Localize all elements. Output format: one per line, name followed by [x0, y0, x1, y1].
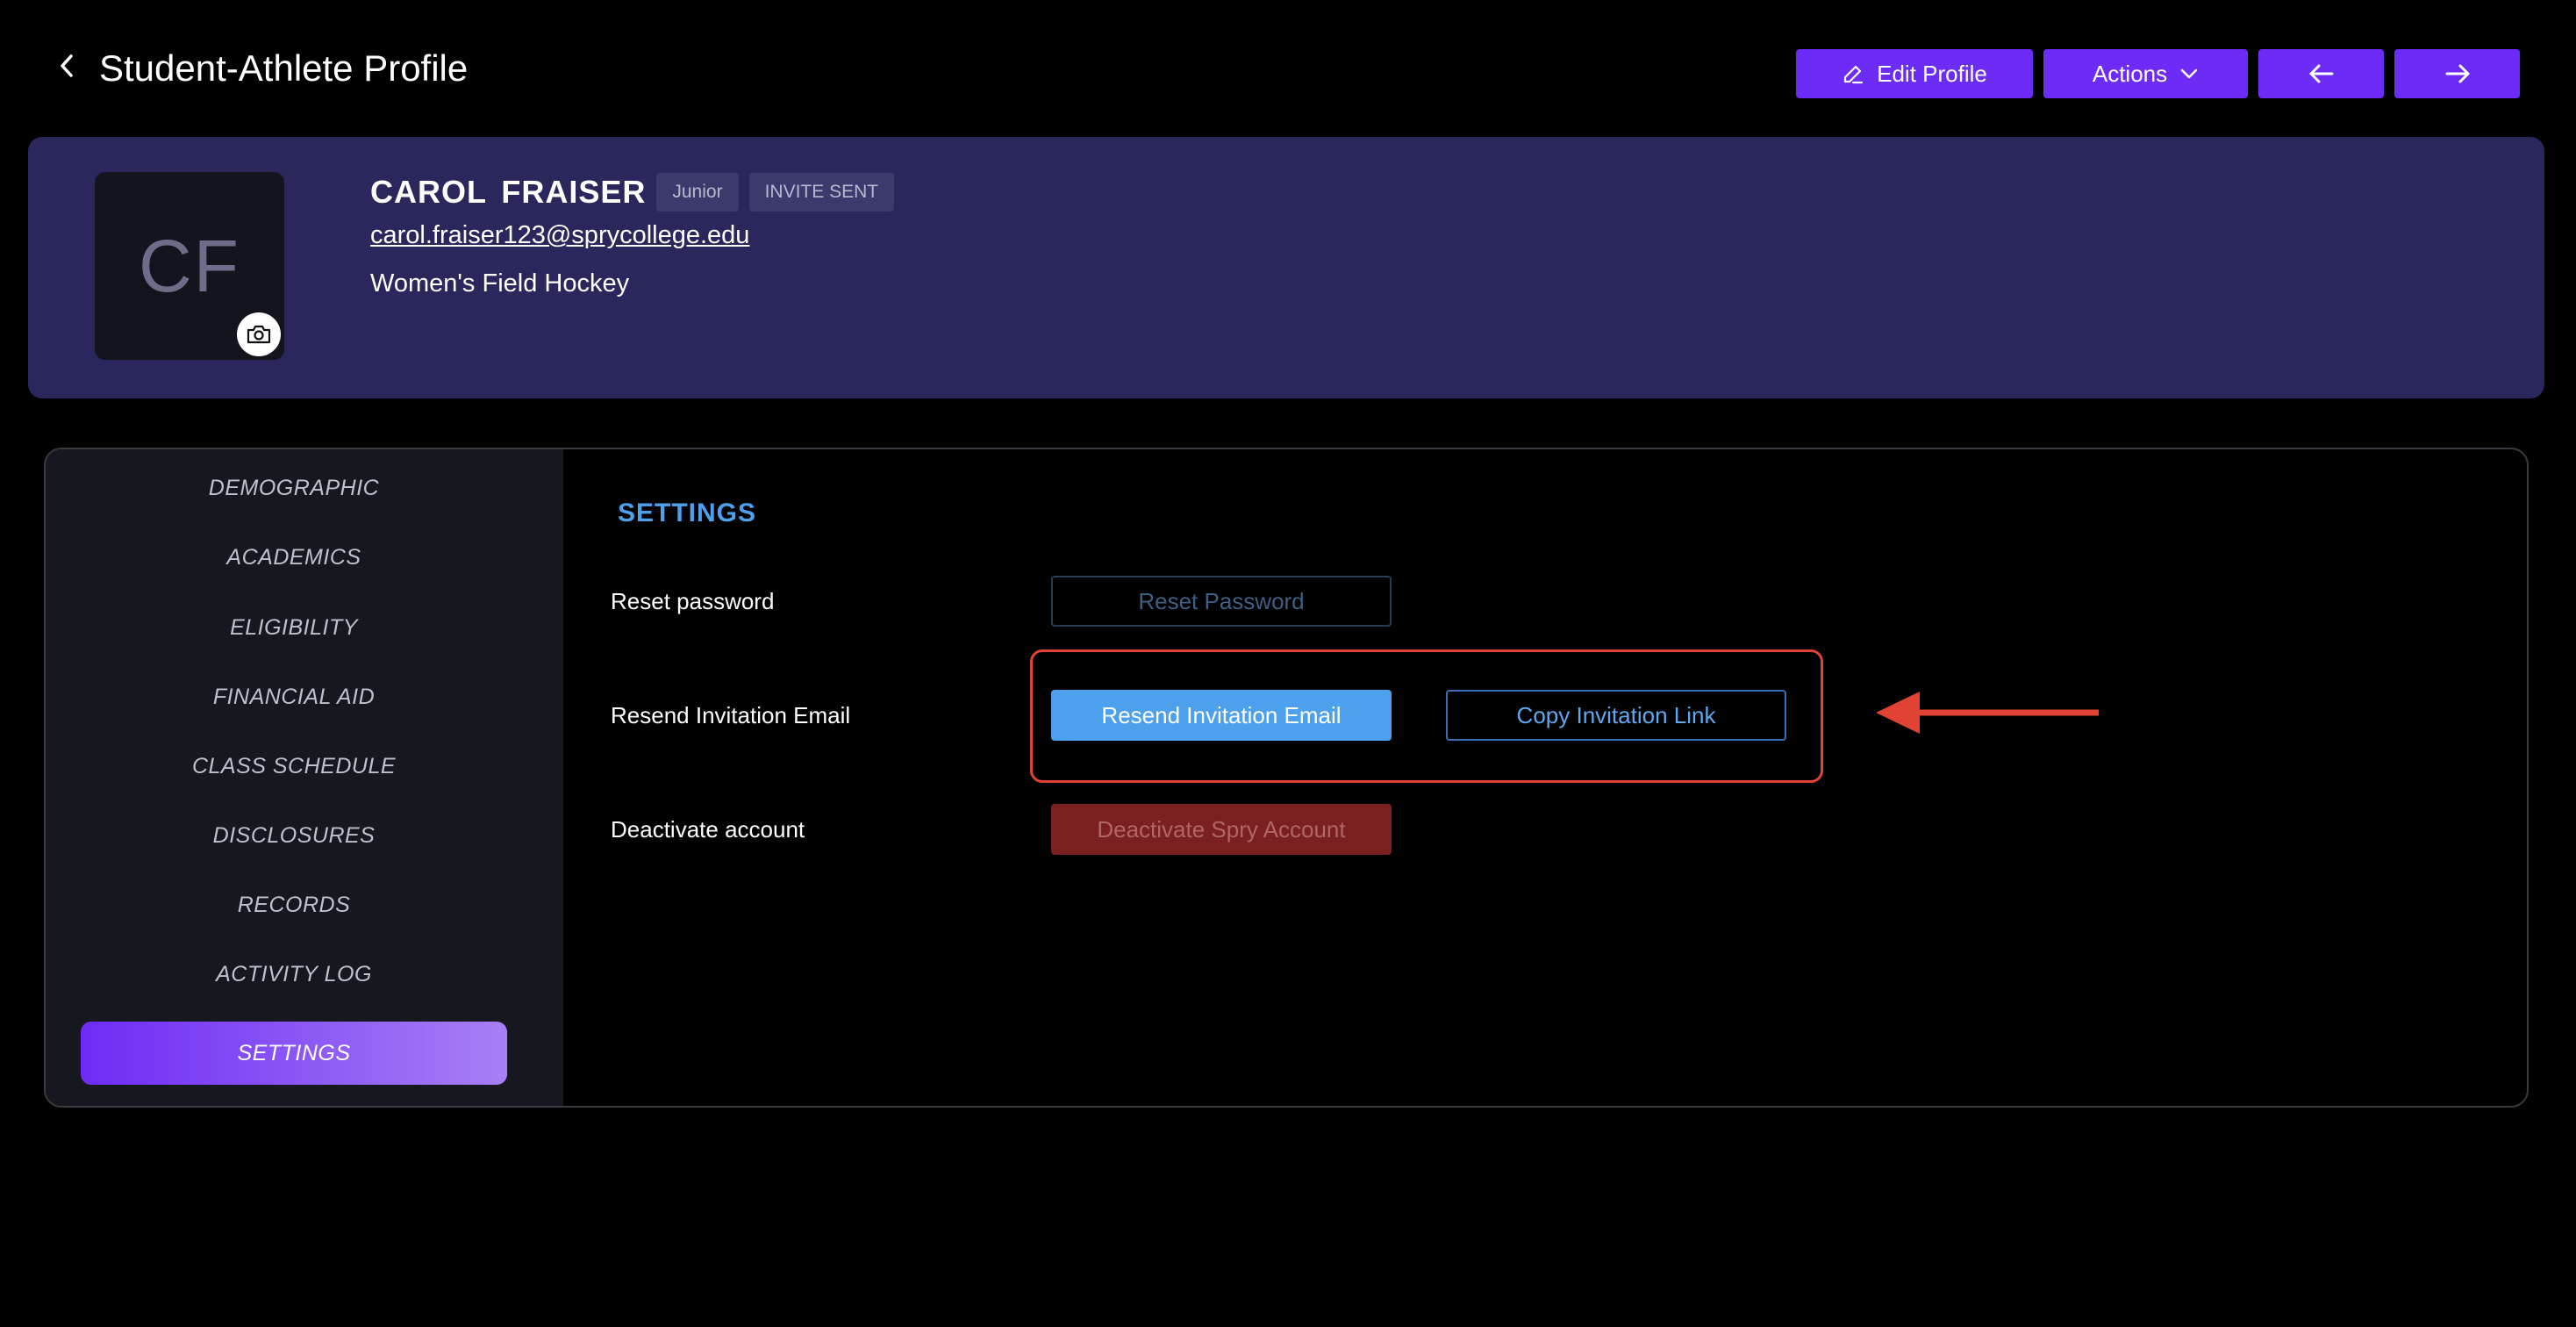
sidebar-item-disclosures[interactable]: DISCLOSURES — [81, 813, 507, 858]
sidebar-item-label: CLASS SCHEDULE — [191, 753, 397, 778]
pencil-icon — [1844, 65, 1864, 84]
name-row: CAROL FRAISER Junior INVITE SENT — [370, 172, 895, 212]
sidebar-item-financial-aid[interactable]: FINANCIAL AID — [81, 674, 507, 720]
camera-icon — [247, 325, 271, 344]
avatar: CF — [95, 172, 284, 360]
edit-profile-button[interactable]: Edit Profile — [1796, 49, 2033, 98]
back-button[interactable] — [49, 44, 84, 88]
class-year-badge: Junior — [656, 173, 739, 212]
avatar-initials: CF — [139, 224, 240, 307]
upload-photo-button[interactable] — [237, 312, 281, 356]
invite-status-badge: INVITE SENT — [748, 173, 895, 212]
profile-detail-panel: DEMOGRAPHIC ACADEMICS ELIGIBILITY FINANC… — [44, 448, 2529, 1108]
sidebar-item-class-schedule[interactable]: CLASS SCHEDULE — [81, 743, 507, 789]
resend-invitation-button[interactable]: Resend Invitation Email — [1051, 690, 1392, 741]
chevron-down-icon — [2180, 68, 2198, 79]
resend-invitation-label: Resend Invitation Email — [611, 702, 851, 728]
sidebar-item-eligibility[interactable]: ELIGIBILITY — [81, 605, 507, 650]
reset-password-label: Reset password — [611, 588, 775, 614]
athlete-name: CAROL FRAISER — [370, 174, 647, 210]
sidebar-item-settings[interactable]: SETTINGS — [81, 1022, 507, 1085]
sidebar-item-label: FINANCIAL AID — [212, 684, 376, 709]
page: Student-Athlete Profile Edit Profile Act… — [0, 0, 2576, 1327]
sidebar-item-label: ELIGIBILITY — [230, 614, 358, 640]
section-title: SETTINGS — [618, 499, 757, 527]
arrow-right-icon — [2445, 64, 2469, 83]
deactivate-account-label: Deactivate account — [611, 816, 805, 843]
sidebar-item-academics[interactable]: ACADEMICS — [81, 534, 507, 580]
deactivate-account-button[interactable]: Deactivate Spry Account — [1051, 804, 1392, 855]
profile-info: CAROL FRAISER Junior INVITE SENT carol.f… — [370, 172, 895, 298]
sidebar-item-label: DISCLOSURES — [212, 822, 376, 848]
sidebar-item-label: ACTIVITY LOG — [216, 961, 372, 986]
edit-profile-label: Edit Profile — [1877, 60, 1987, 87]
actions-label: Actions — [2092, 60, 2168, 87]
sidebar-item-label: ACADEMICS — [226, 544, 361, 570]
sidebar-item-label: RECORDS — [237, 892, 351, 917]
previous-athlete-button[interactable] — [2258, 49, 2384, 98]
sidebar-item-activity-log[interactable]: ACTIVITY LOG — [81, 951, 507, 997]
sidebar-item-demographic[interactable]: DEMOGRAPHIC — [81, 465, 507, 511]
profile-banner: CF CAROL FRAISER Junior INVITE SENT caro… — [28, 137, 2544, 398]
header-actions: Edit Profile Actions — [1796, 49, 2520, 98]
copy-invitation-link-button[interactable]: Copy Invitation Link — [1446, 690, 1786, 741]
profile-sidebar: DEMOGRAPHIC ACADEMICS ELIGIBILITY FINANC… — [46, 449, 563, 1106]
next-athlete-button[interactable] — [2394, 49, 2520, 98]
sidebar-item-label: DEMOGRAPHIC — [208, 475, 380, 500]
arrow-left-icon — [2309, 64, 2333, 83]
athlete-email-link[interactable]: carol.fraiser123@sprycollege.edu — [370, 221, 749, 250]
sidebar-item-label: SETTINGS — [237, 1040, 351, 1065]
chevron-left-icon — [61, 54, 73, 77]
reset-password-button[interactable]: Reset Password — [1051, 576, 1392, 627]
actions-dropdown-button[interactable]: Actions — [2043, 49, 2248, 98]
page-title: Student-Athlete Profile — [99, 47, 469, 89]
annotation-arrow-icon — [1876, 692, 2099, 734]
settings-content: SETTINGS Reset password Reset Password R… — [563, 449, 2527, 1106]
athlete-sport: Women's Field Hockey — [370, 269, 630, 298]
sidebar-item-records[interactable]: RECORDS — [81, 882, 507, 928]
